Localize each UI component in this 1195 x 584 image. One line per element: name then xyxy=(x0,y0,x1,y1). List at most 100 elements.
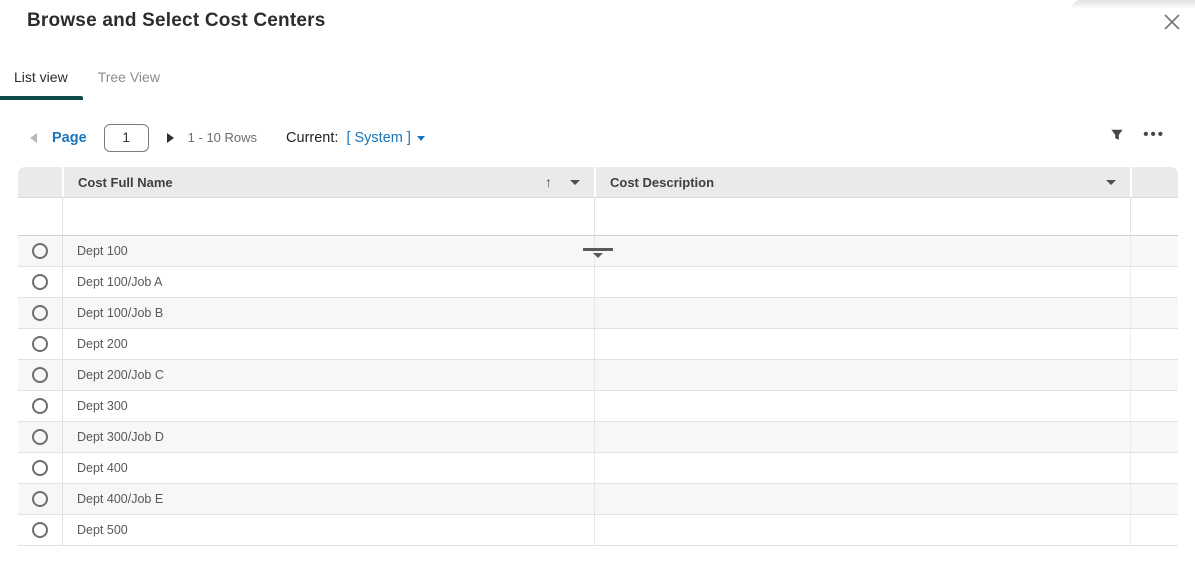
browse-cost-centers-dialog: Browse and Select Cost Centers List view… xyxy=(0,0,1195,584)
filter-cell-cost-full-name[interactable] xyxy=(62,198,594,235)
row-name[interactable]: Dept 400/Job E xyxy=(62,484,594,514)
page-link[interactable]: Page xyxy=(52,130,87,146)
column-header-cost-full-name[interactable]: Cost Full Name ↑ xyxy=(62,167,594,197)
row-end-cell xyxy=(1130,236,1178,266)
previous-page-button[interactable] xyxy=(30,133,37,143)
radio-button[interactable] xyxy=(32,522,48,538)
row-description[interactable] xyxy=(594,484,1130,514)
row-description[interactable] xyxy=(594,298,1130,328)
close-button[interactable] xyxy=(1161,11,1183,33)
radio-button[interactable] xyxy=(32,398,48,414)
next-page-button[interactable] xyxy=(167,133,174,143)
column-menu-icon[interactable] xyxy=(570,180,580,185)
row-end-cell xyxy=(1130,422,1178,452)
handle-bar xyxy=(583,248,613,251)
table-actions: ••• xyxy=(1110,128,1165,142)
table-row[interactable]: Dept 300 xyxy=(18,391,1178,422)
radio-button[interactable] xyxy=(32,336,48,352)
row-end-cell xyxy=(1130,484,1178,514)
row-name[interactable]: Dept 100 xyxy=(62,236,594,266)
row-name[interactable]: Dept 200 xyxy=(62,329,594,359)
radio-button[interactable] xyxy=(32,429,48,445)
table-row[interactable]: Dept 100/Job B xyxy=(18,298,1178,329)
selection-column-header xyxy=(18,167,62,197)
row-description[interactable] xyxy=(594,453,1130,483)
row-name[interactable]: Dept 400 xyxy=(62,453,594,483)
tab-list-view[interactable]: List view xyxy=(0,62,83,100)
view-tabs: List view Tree View xyxy=(0,62,175,100)
row-end-cell xyxy=(1130,515,1178,545)
row-description[interactable] xyxy=(594,360,1130,390)
table-filter-row xyxy=(18,198,1178,236)
row-end-cell xyxy=(1130,329,1178,359)
filter-cell-cost-description[interactable] xyxy=(594,198,1130,235)
table-row[interactable]: Dept 400 xyxy=(18,453,1178,484)
row-name[interactable]: Dept 500 xyxy=(62,515,594,545)
chevron-down-icon xyxy=(593,253,603,258)
row-select-cell[interactable] xyxy=(18,484,62,514)
row-description[interactable] xyxy=(594,422,1130,452)
table-row[interactable]: Dept 500 xyxy=(18,515,1178,546)
row-select-cell[interactable] xyxy=(18,360,62,390)
tab-list-view-label: List view xyxy=(14,69,68,85)
row-end-cell xyxy=(1130,391,1178,421)
filter-button[interactable] xyxy=(1110,128,1124,142)
row-description[interactable] xyxy=(594,236,1130,266)
radio-button[interactable] xyxy=(32,460,48,476)
row-name[interactable]: Dept 200/Job C xyxy=(62,360,594,390)
radio-button[interactable] xyxy=(32,305,48,321)
row-select-cell[interactable] xyxy=(18,391,62,421)
column-header-label: Cost Full Name xyxy=(78,175,173,190)
row-name[interactable]: Dept 300 xyxy=(62,391,594,421)
close-icon xyxy=(1163,13,1181,31)
row-name[interactable]: Dept 300/Job D xyxy=(62,422,594,452)
row-select-cell[interactable] xyxy=(18,267,62,297)
cost-centers-table: Cost Full Name ↑ Cost Description xyxy=(18,167,1178,546)
row-end-cell xyxy=(1130,453,1178,483)
current-label: Current: xyxy=(286,130,338,146)
pagination-toolbar: Page 1 - 10 Rows Current: [ System ] xyxy=(30,123,425,152)
filter-cell-selection xyxy=(18,198,62,235)
table-row[interactable]: Dept 200 xyxy=(18,329,1178,360)
column-header-cost-description[interactable]: Cost Description xyxy=(594,167,1130,197)
row-select-cell[interactable] xyxy=(18,329,62,359)
row-select-cell[interactable] xyxy=(18,298,62,328)
row-select-cell[interactable] xyxy=(18,453,62,483)
radio-button[interactable] xyxy=(32,243,48,259)
row-end-cell xyxy=(1130,360,1178,390)
dialog-title: Browse and Select Cost Centers xyxy=(27,10,325,32)
row-description[interactable] xyxy=(594,329,1130,359)
filter-cell-end xyxy=(1130,198,1178,235)
row-description[interactable] xyxy=(594,391,1130,421)
row-select-cell[interactable] xyxy=(18,515,62,545)
radio-button[interactable] xyxy=(32,491,48,507)
row-name[interactable]: Dept 100/Job B xyxy=(62,298,594,328)
column-filter-handle[interactable] xyxy=(583,248,613,258)
column-header-label: Cost Description xyxy=(610,175,714,190)
page-number-input[interactable] xyxy=(104,124,149,152)
table-row[interactable]: Dept 400/Job E xyxy=(18,484,1178,515)
current-system-value: [ System ] xyxy=(346,130,410,146)
table-row[interactable]: Dept 100/Job A xyxy=(18,267,1178,298)
table-row[interactable]: Dept 300/Job D xyxy=(18,422,1178,453)
tab-tree-view-label: Tree View xyxy=(98,69,160,85)
chevron-down-icon xyxy=(417,136,425,141)
radio-button[interactable] xyxy=(32,367,48,383)
tab-tree-view[interactable]: Tree View xyxy=(83,62,175,100)
background-window-edge xyxy=(1072,0,1195,8)
row-description[interactable] xyxy=(594,515,1130,545)
table-body: Dept 100 Dept 100/Job A Dept 100/Job B D… xyxy=(18,236,1178,546)
column-menu-icon[interactable] xyxy=(1106,180,1116,185)
end-column-header xyxy=(1130,167,1178,197)
more-actions-button[interactable]: ••• xyxy=(1143,130,1165,140)
table-header-row: Cost Full Name ↑ Cost Description xyxy=(18,167,1178,198)
row-select-cell[interactable] xyxy=(18,236,62,266)
table-row[interactable]: Dept 200/Job C xyxy=(18,360,1178,391)
row-name[interactable]: Dept 100/Job A xyxy=(62,267,594,297)
row-select-cell[interactable] xyxy=(18,422,62,452)
sort-ascending-icon[interactable]: ↑ xyxy=(545,174,552,190)
row-description[interactable] xyxy=(594,267,1130,297)
radio-button[interactable] xyxy=(32,274,48,290)
current-system-dropdown[interactable]: [ System ] xyxy=(346,130,424,146)
rows-range-label: 1 - 10 Rows xyxy=(188,130,257,145)
